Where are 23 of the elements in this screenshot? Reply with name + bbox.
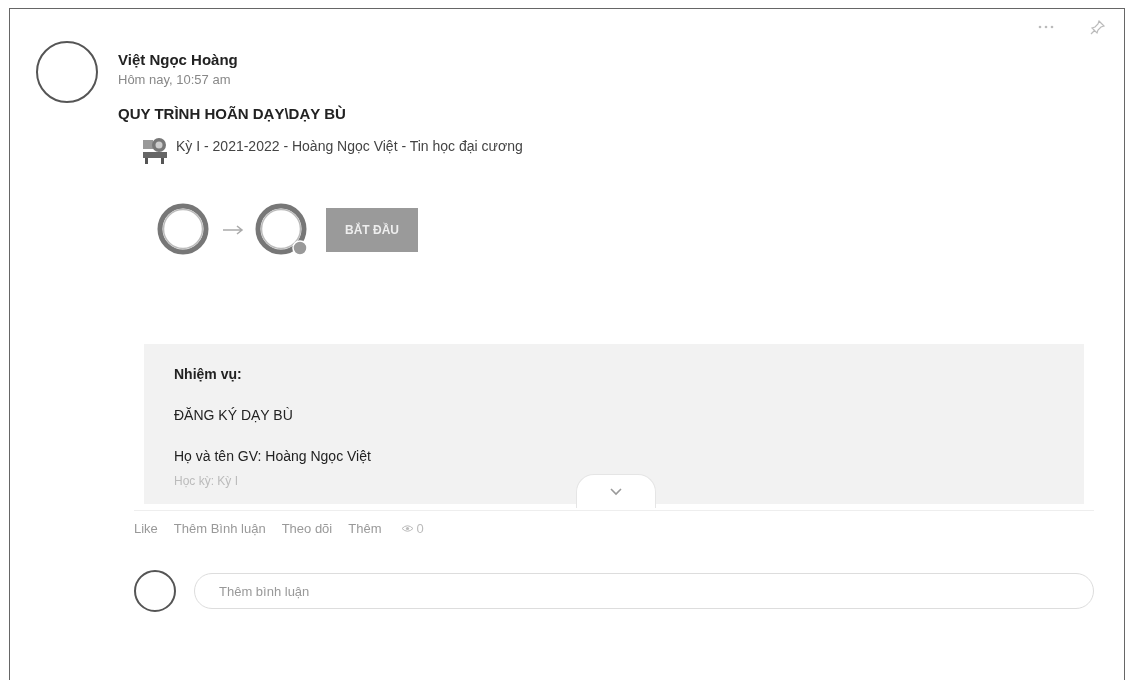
- comment-field[interactable]: Thêm bình luận: [194, 573, 1094, 609]
- task-line: Họ và tên GV: Hoàng Ngọc Việt: [174, 448, 372, 464]
- pin-icon[interactable]: [1090, 19, 1106, 35]
- more-icon[interactable]: [1038, 24, 1054, 30]
- start-button[interactable]: BẮT ĐẦU: [326, 208, 418, 252]
- classroom-icon: [142, 136, 168, 166]
- action-link[interactable]: Thêm: [348, 521, 382, 536]
- task-line: ĐĂNG KÝ DẠY BÙ: [174, 407, 294, 423]
- action-link[interactable]: Like: [134, 521, 158, 536]
- view-count: 0: [416, 521, 424, 536]
- post-title: QUY TRÌNH HOÃN DẠY\DẠY BÙ: [118, 105, 347, 122]
- chevron-down-icon: [610, 487, 622, 496]
- action-link[interactable]: Thêm Bình luận: [173, 521, 266, 536]
- expand-button[interactable]: [576, 474, 656, 508]
- avatar: [134, 570, 176, 612]
- course-name[interactable]: Kỳ I - 2021-2022 - Hoàng Ngọc Việt - Tin học đại cương: [176, 138, 523, 154]
- eye-icon: [401, 524, 415, 533]
- author-name[interactable]: Việt Ngọc Hoàng: [118, 51, 523, 68]
- arrow-icon: [222, 225, 244, 235]
- action-link[interactable]: Theo dõi: [281, 521, 333, 536]
- task-heading: Nhiệm vụ:: [174, 366, 243, 382]
- post-time: Hôm nay, 10:57 am: [118, 72, 232, 87]
- avatar: [36, 41, 98, 103]
